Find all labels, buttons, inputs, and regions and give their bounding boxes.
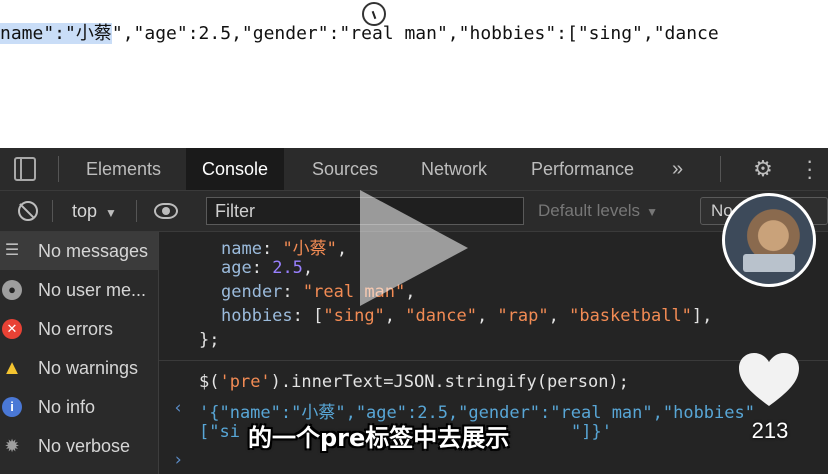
gear-icon[interactable]: ⚙ xyxy=(753,158,773,180)
result-arrow-icon: ‹ xyxy=(173,398,184,418)
object-key: hobbies xyxy=(221,306,293,326)
warning-icon: ▲ xyxy=(2,357,22,379)
sidebar-item-label: No messages xyxy=(38,241,149,261)
object-key: name xyxy=(221,239,262,259)
console-line: }; xyxy=(199,330,220,350)
sidebar-item-label: No verbose xyxy=(38,436,131,456)
command-text: ).innerText=JSON.stringify(person); xyxy=(270,372,629,392)
verbose-icon: ✹ xyxy=(4,436,20,456)
console-line: name: "小蔡", xyxy=(221,239,348,259)
divider xyxy=(136,200,137,222)
json-output-text[interactable]: name":"小蔡","age":2.5,"gender":"real man"… xyxy=(0,20,719,48)
tab-sources[interactable]: Sources xyxy=(296,148,394,190)
more-tabs-icon[interactable]: » xyxy=(672,148,683,190)
like-count: 213 xyxy=(751,418,789,443)
sidebar-item-label: No user me... xyxy=(38,280,147,300)
sidebar-item-verbose[interactable]: ✹ No verbose xyxy=(0,427,158,465)
tab-network[interactable]: Network xyxy=(405,148,503,190)
context-label: top xyxy=(72,201,98,221)
page-content: name":"小蔡","age":2.5,"gender":"real man"… xyxy=(0,0,828,148)
console-result: ["si xyxy=(199,422,240,442)
dropdown-arrow-icon: ▼ xyxy=(105,206,117,220)
tab-performance[interactable]: Performance xyxy=(515,148,650,190)
sidebar-item-messages[interactable]: ☰ No messages xyxy=(0,232,158,270)
array-item: "dance" xyxy=(405,306,477,326)
sidebar-item-label: No info xyxy=(38,397,96,417)
video-subtitle: 的一个pre标签中去展示 xyxy=(248,424,510,452)
tab-elements[interactable]: Elements xyxy=(70,148,177,190)
sidebar-item-label: No errors xyxy=(38,319,114,339)
user-icon: ● xyxy=(2,280,22,300)
avatar[interactable] xyxy=(722,193,816,287)
sidebar-item-label: No warnings xyxy=(38,358,139,378)
prompt-chevron-icon[interactable]: › xyxy=(173,450,183,470)
divider xyxy=(720,156,721,182)
levels-label: Default levels xyxy=(538,201,641,220)
array-item: "sing" xyxy=(323,306,385,326)
console-command: $('pre').innerText=JSON.stringify(person… xyxy=(199,372,629,392)
sidebar-item-info[interactable]: i No info xyxy=(0,388,158,426)
console-result: "]}' xyxy=(571,422,612,442)
heart-icon[interactable] xyxy=(737,352,801,408)
console-sidebar: ☰ No messages ● No user me... ✕ No error… xyxy=(0,232,159,474)
object-key: gender xyxy=(221,282,283,302)
device-toolbar-icon[interactable] xyxy=(14,157,36,181)
array-item: "rap" xyxy=(497,306,549,326)
sidebar-item-user-messages[interactable]: ● No user me... xyxy=(0,271,158,309)
array-item: "basketball" xyxy=(569,306,692,326)
mouse-cursor-icon xyxy=(362,2,386,26)
object-value: "小蔡" xyxy=(282,239,337,259)
error-icon: ✕ xyxy=(2,319,22,339)
play-icon[interactable] xyxy=(360,190,468,306)
kebab-menu-icon[interactable]: · · · xyxy=(806,150,813,188)
info-icon: i xyxy=(2,397,22,417)
object-key: age xyxy=(221,258,252,278)
json-output-rest: ","age":2.5,"gender":"real man","hobbies… xyxy=(111,23,719,44)
divider xyxy=(159,360,828,361)
context-selector[interactable]: top ▼ xyxy=(72,191,117,231)
command-text: $( xyxy=(199,372,220,392)
clear-console-icon[interactable] xyxy=(18,201,38,221)
object-value: 2.5 xyxy=(272,258,303,278)
divider xyxy=(58,156,59,182)
selected-text: name":"小蔡 xyxy=(0,23,112,44)
live-expression-eye-icon[interactable] xyxy=(154,203,178,219)
tab-console[interactable]: Console xyxy=(186,148,285,190)
command-selector: 'pre' xyxy=(219,372,271,392)
console-line: age: 2.5, xyxy=(221,258,314,278)
sidebar-item-errors[interactable]: ✕ No errors xyxy=(0,310,158,348)
devtools-tabbar: Elements Console Sources Network Perform… xyxy=(0,148,828,191)
log-levels-dropdown[interactable]: Default levels ▼ xyxy=(538,191,658,231)
dropdown-arrow-icon: ▼ xyxy=(646,205,658,219)
list-icon: ☰ xyxy=(4,242,20,259)
divider xyxy=(52,200,53,222)
console-line: hobbies: ["sing", "dance", "rap", "baske… xyxy=(221,306,713,326)
sidebar-item-warnings[interactable]: ▲ No warnings xyxy=(0,349,158,387)
